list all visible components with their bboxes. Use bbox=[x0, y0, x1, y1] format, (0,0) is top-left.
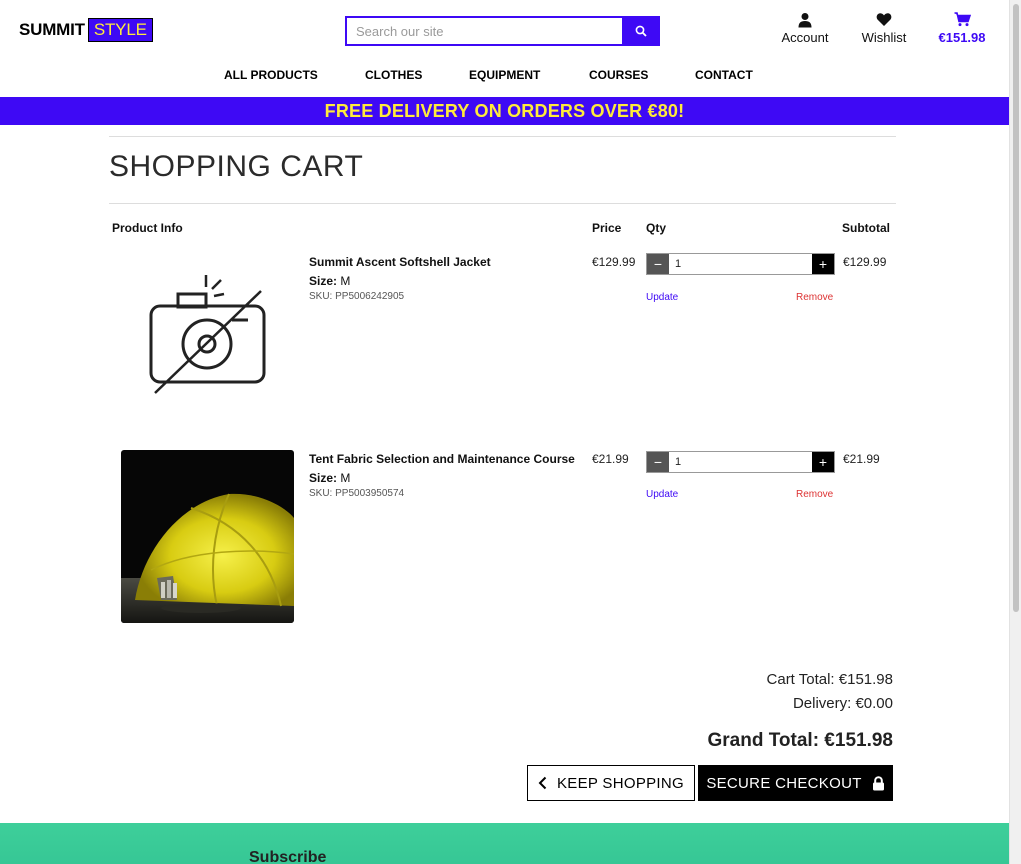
account-link[interactable]: Account bbox=[776, 12, 834, 45]
quantity-stepper: − 1 + bbox=[646, 253, 835, 275]
nav-item-clothes[interactable]: CLOTHES bbox=[365, 68, 422, 82]
quantity-input[interactable]: 1 bbox=[669, 452, 812, 472]
logo-text-style: STYLE bbox=[87, 18, 153, 42]
search-input[interactable]: Search our site bbox=[345, 16, 622, 46]
remove-link[interactable]: Remove bbox=[796, 292, 833, 303]
column-header-product-info: Product Info bbox=[112, 221, 183, 235]
size-value: M bbox=[340, 274, 351, 288]
product-size: Size: M bbox=[309, 471, 575, 485]
cart-icon bbox=[954, 12, 971, 27]
product-name[interactable]: Summit Ascent Softshell Jacket bbox=[309, 255, 491, 269]
main-nav: ALL PRODUCTS CLOTHES EQUIPMENT COURSES C… bbox=[0, 68, 1009, 84]
product-image-tent bbox=[121, 450, 294, 623]
chevron-left-icon bbox=[538, 776, 547, 790]
page-scrollbar[interactable] bbox=[1009, 0, 1021, 864]
item-subtotal: €21.99 bbox=[843, 452, 880, 466]
product-size: Size: M bbox=[309, 274, 491, 288]
cart-link[interactable]: €151.98 bbox=[934, 12, 990, 45]
divider bbox=[109, 203, 896, 204]
keep-shopping-button[interactable]: KEEP SHOPPING bbox=[527, 765, 695, 801]
update-link[interactable]: Update bbox=[646, 489, 678, 500]
column-header-price: Price bbox=[592, 221, 622, 235]
footer: Subscribe bbox=[0, 823, 1009, 864]
delivery-banner: FREE DELIVERY ON ORDERS OVER €80! bbox=[0, 97, 1009, 125]
page-title: SHOPPING CART bbox=[109, 150, 364, 183]
nav-item-equipment[interactable]: EQUIPMENT bbox=[469, 68, 540, 82]
wishlist-label: Wishlist bbox=[861, 30, 907, 45]
product-sku: SKU: PP5006242905 bbox=[309, 291, 405, 302]
cart-total: Cart Total: €151.98 bbox=[766, 671, 893, 688]
nav-item-courses[interactable]: COURSES bbox=[589, 68, 648, 82]
heart-icon bbox=[876, 13, 892, 26]
size-label: Size: bbox=[309, 274, 338, 288]
user-icon bbox=[798, 13, 812, 28]
cart-total-header: €151.98 bbox=[938, 30, 986, 45]
grand-total: Grand Total: €151.98 bbox=[707, 730, 894, 751]
tent-photo bbox=[121, 450, 294, 623]
subscribe-heading: Subscribe bbox=[249, 849, 327, 864]
account-label: Account bbox=[781, 30, 829, 45]
item-price: €129.99 bbox=[592, 255, 636, 269]
quantity-input[interactable]: 1 bbox=[669, 254, 812, 274]
cart-item-info: Summit Ascent Softshell Jacket Size: M S… bbox=[309, 255, 491, 302]
logo-text-summit: SUMMIT bbox=[19, 20, 85, 39]
size-label: Size: bbox=[309, 471, 338, 485]
decrement-qty-button[interactable]: − bbox=[647, 452, 669, 472]
update-link[interactable]: Update bbox=[646, 292, 678, 303]
search-bar: Search our site bbox=[345, 16, 660, 46]
delivery-cost: Delivery: €0.00 bbox=[792, 695, 893, 712]
remove-link[interactable]: Remove bbox=[796, 489, 833, 500]
no-image-camera-icon bbox=[149, 275, 266, 394]
item-price: €21.99 bbox=[592, 452, 629, 466]
item-subtotal: €129.99 bbox=[843, 255, 887, 269]
size-value: M bbox=[340, 471, 351, 485]
scrollbar-thumb[interactable] bbox=[1013, 4, 1019, 612]
site-logo[interactable]: SUMMIT STYLE bbox=[19, 18, 153, 42]
nav-item-contact[interactable]: CONTACT bbox=[695, 68, 753, 82]
product-name[interactable]: Tent Fabric Selection and Maintenance Co… bbox=[309, 452, 575, 466]
search-button[interactable] bbox=[622, 16, 660, 46]
decrement-qty-button[interactable]: − bbox=[647, 254, 669, 274]
search-icon bbox=[635, 25, 647, 37]
increment-qty-button[interactable]: + bbox=[812, 254, 834, 274]
secure-checkout-button[interactable]: SECURE CHECKOUT bbox=[698, 765, 893, 801]
column-header-subtotal: Subtotal bbox=[842, 221, 890, 235]
product-image-placeholder bbox=[121, 253, 294, 426]
cart-item-info: Tent Fabric Selection and Maintenance Co… bbox=[309, 452, 575, 499]
keep-shopping-label: KEEP SHOPPING bbox=[557, 774, 684, 792]
increment-qty-button[interactable]: + bbox=[812, 452, 834, 472]
column-header-qty: Qty bbox=[646, 221, 667, 235]
secure-checkout-label: SECURE CHECKOUT bbox=[706, 774, 862, 792]
wishlist-link[interactable]: Wishlist bbox=[858, 12, 910, 45]
nav-item-all-products[interactable]: ALL PRODUCTS bbox=[224, 68, 318, 82]
lock-icon bbox=[872, 775, 884, 790]
divider bbox=[109, 136, 896, 137]
quantity-stepper: − 1 + bbox=[646, 451, 835, 473]
product-sku: SKU: PP5003950574 bbox=[309, 488, 405, 499]
page: SUMMIT STYLE Search our site Account Wis… bbox=[0, 0, 1009, 864]
